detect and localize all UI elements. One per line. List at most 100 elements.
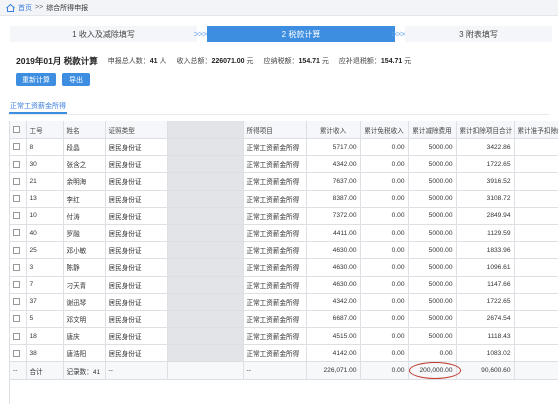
cell-cumulative-exempt: 0.00: [360, 155, 409, 174]
row-checkbox[interactable]: [10, 327, 27, 346]
cell-id-type: 居民身份证: [105, 293, 168, 311]
cell-id-type: 居民身份证: [105, 276, 168, 294]
table-row[interactable]: 13 李红 居民身份证 正常工资薪金所得 8387.00 0.00 5000.00 3108.…: [10, 190, 558, 208]
table-row[interactable]: 10 付涛 居民身份证 正常工资薪金所得 7372.00 0.00 5000.00 2849.…: [10, 207, 558, 225]
table-row[interactable]: 40 罗融 居民身份证 正常工资薪金所得 4411.00 0.00 5000.00 1129.…: [10, 224, 558, 243]
table-row[interactable]: 3 陈静 居民身份证 正常工资薪金所得 4630.00 0.00 5000.00 1096.6…: [10, 258, 558, 277]
cell-id-type: 居民身份证: [105, 258, 168, 277]
home-icon[interactable]: [6, 3, 15, 12]
cell-cumulative-income: 7372.00: [306, 207, 361, 225]
total-allowed: [514, 361, 558, 381]
breadcrumb-home[interactable]: 首页: [18, 3, 32, 13]
cell-cumulative-exempt: 0.00: [360, 207, 409, 225]
table-header: 工号 姓名 证照类型 所得项目 累计收入 累计免税收入 累计减除费用 累计扣除项…: [10, 121, 558, 139]
cell-employee-id: 37: [26, 293, 64, 311]
col-id-type[interactable]: 证照类型: [105, 121, 168, 139]
step-income-deduction[interactable]: 1 收入及减除填写: [10, 26, 197, 42]
cell-cumulative-deduction: 5000.00: [408, 276, 457, 294]
step-tax-calculation[interactable]: 2 税款计算: [207, 26, 395, 42]
cell-cumulative-deduction: 0.00: [408, 344, 457, 363]
recalculate-button[interactable]: 重新计算: [16, 73, 56, 86]
cell-cumulative-exempt: 0.00: [360, 310, 409, 329]
cell-name: 谢迅琴: [63, 293, 106, 311]
cell-cumulative-deduction: 5000.00: [408, 224, 457, 243]
cell-redacted: [167, 276, 244, 294]
row-checkbox[interactable]: [10, 310, 27, 329]
step-arrow-icon: >>>>: [193, 29, 211, 39]
table-row[interactable]: 21 余明海 居民身份证 正常工资薪金所得 7637.00 0.00 5000.00 3916…: [10, 172, 558, 191]
row-checkbox[interactable]: [10, 293, 27, 311]
row-checkbox[interactable]: [10, 344, 27, 363]
table-row[interactable]: 25 邓小敏 居民身份证 正常工资薪金所得 4630.00 0.00 5000.00 1833…: [10, 241, 558, 260]
cell-cumulative-income: 5717.00: [306, 138, 361, 157]
col-allowed-deduction[interactable]: 累计准予扣除的: [514, 121, 558, 139]
cell-cumulative-deduction: 5000.00: [408, 327, 457, 346]
cell-redacted: [167, 172, 244, 191]
cell-cumulative-exempt: 0.00: [360, 258, 409, 277]
cell-cumulative-exempt: 0.00: [360, 172, 409, 191]
breadcrumb: 首页 >> 综合所得申报: [0, 0, 558, 16]
cell-deduction-total: 1129.59: [456, 224, 515, 243]
row-checkbox[interactable]: [10, 224, 27, 243]
row-checkbox[interactable]: [10, 207, 27, 225]
cell-employee-id: 5: [26, 310, 64, 329]
export-button[interactable]: 导出: [62, 73, 90, 86]
select-all-checkbox[interactable]: [10, 121, 27, 139]
row-checkbox[interactable]: [10, 155, 27, 174]
cell-income-item: 正常工资薪金所得: [243, 207, 307, 225]
cell-cumulative-income: 4142.00: [306, 344, 361, 363]
col-income-item[interactable]: 所得项目: [243, 121, 307, 139]
row-checkbox[interactable]: [10, 258, 27, 277]
income-summary: 收入总额：226071.00 元: [176, 58, 254, 65]
table-row[interactable]: 8 段晶 居民身份证 正常工资薪金所得 5717.00 0.00 5000.00 3422.8…: [10, 138, 558, 157]
table-row[interactable]: 7 刁天青 居民身份证 正常工资薪金所得 4630.00 0.00 5000.00 1147.…: [10, 276, 558, 294]
cell-allowed-deduction: [514, 327, 558, 346]
cell-redacted: [167, 258, 244, 277]
total-deduction-items: 90,600.60: [456, 361, 515, 381]
total-col3: --: [105, 361, 168, 381]
total-income: 226,071.00: [306, 361, 361, 381]
cell-cumulative-income: 4342.00: [306, 293, 361, 311]
cell-id-type: 居民身份证: [105, 344, 168, 363]
cell-deduction-total: 3422.86: [456, 138, 515, 157]
cell-income-item: 正常工资薪金所得: [243, 155, 307, 174]
total-record-count: 记录数：41: [63, 361, 106, 381]
cell-income-item: 正常工资薪金所得: [243, 138, 307, 157]
cell-cumulative-deduction: 5000.00: [408, 241, 457, 260]
row-checkbox[interactable]: [10, 138, 27, 157]
refund-summary: 应补退税额：154.71 元: [338, 58, 412, 65]
tab-regular-salary[interactable]: 正常工资薪金所得: [9, 100, 67, 114]
cell-allowed-deduction: [514, 155, 558, 174]
table-row[interactable]: 38 唐浩阳 居民身份证 正常工资薪金所得 4142.00 0.00 0.00 1083.02: [10, 344, 558, 363]
row-checkbox[interactable]: [10, 190, 27, 208]
cell-deduction-total: 1083.02: [456, 344, 515, 363]
table-row[interactable]: 18 唐庆 居民身份证 正常工资薪金所得 4515.00 0.00 5000.00 1118.…: [10, 327, 558, 346]
cell-deduction-total: 1096.61: [456, 258, 515, 277]
col-cumulative-income[interactable]: 累计收入: [306, 121, 361, 139]
col-deduction-total[interactable]: 累计扣除项目合计: [456, 121, 515, 139]
cell-allowed-deduction: [514, 344, 558, 363]
col-cumulative-deduction[interactable]: 累计减除费用: [408, 121, 457, 139]
cell-redacted: [167, 241, 244, 260]
table-row[interactable]: 30 张含之 居民身份证 正常工资薪金所得 4342.00 0.00 5000.00 1722…: [10, 155, 558, 174]
row-checkbox[interactable]: [10, 172, 27, 191]
col-employee-id[interactable]: 工号: [26, 121, 64, 139]
cell-deduction-total: 1722.65: [456, 155, 515, 174]
col-name[interactable]: 姓名: [63, 121, 106, 139]
row-checkbox[interactable]: [10, 241, 27, 260]
table-row[interactable]: 5 邓文明 居民身份证 正常工资薪金所得 6687.00 0.00 5000.00 2674.…: [10, 310, 558, 329]
cell-allowed-deduction: [514, 190, 558, 208]
total-label: 合计: [26, 361, 64, 381]
cell-name: 张含之: [63, 155, 106, 174]
cell-redacted: [167, 293, 244, 311]
cell-cumulative-income: 4342.00: [306, 155, 361, 174]
page-title: 2019年01月 税款计算: [16, 56, 98, 66]
cell-deduction-total: 3108.72: [456, 190, 515, 208]
cell-cumulative-deduction: 5000.00: [408, 207, 457, 225]
table-row[interactable]: 37 谢迅琴 居民身份证 正常工资薪金所得 4342.00 0.00 5000.00 1722…: [10, 293, 558, 311]
col-cumulative-exempt[interactable]: 累计免税收入: [360, 121, 409, 139]
row-checkbox[interactable]: [10, 276, 27, 294]
tax-payable-summary: 应纳税额：154.71 元: [263, 58, 329, 65]
cell-income-item: 正常工资薪金所得: [243, 241, 307, 260]
step-attachment[interactable]: 3 附表填写: [405, 26, 552, 42]
